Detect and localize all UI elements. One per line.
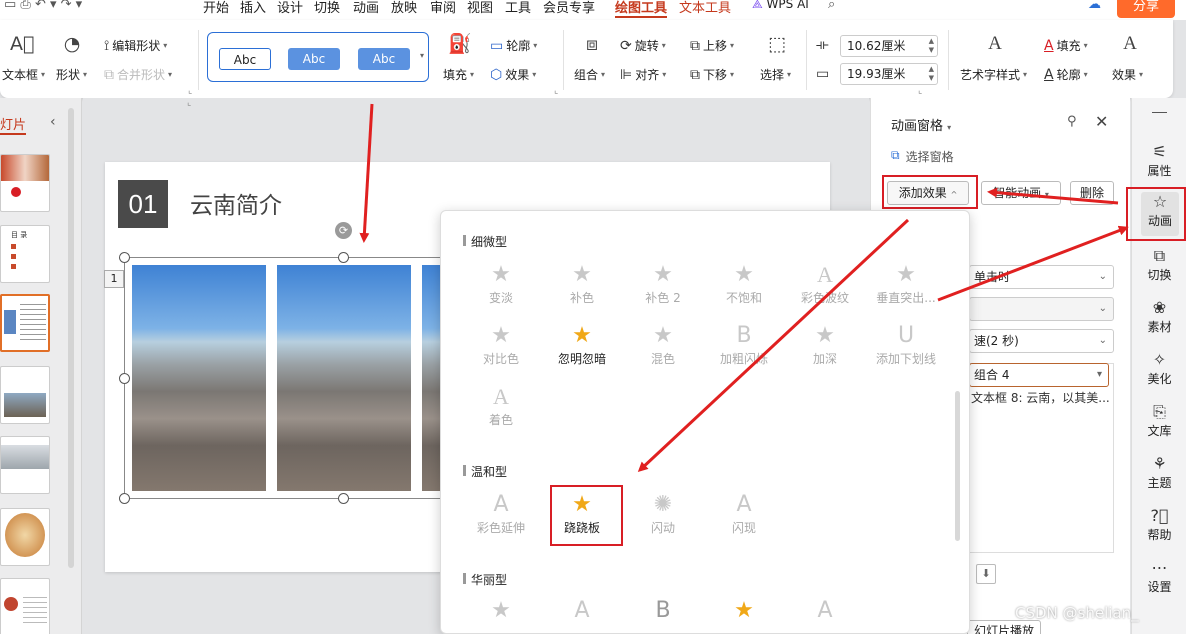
watermark: CSDN @shelian_ <box>1015 604 1139 622</box>
arrow-to-animation-tab <box>937 225 1129 302</box>
arrow-to-add-effect <box>987 187 1119 205</box>
arrow-to-selection <box>359 103 374 243</box>
arrow-to-seesaw <box>637 218 910 473</box>
annotation-arrows <box>359 103 1129 473</box>
